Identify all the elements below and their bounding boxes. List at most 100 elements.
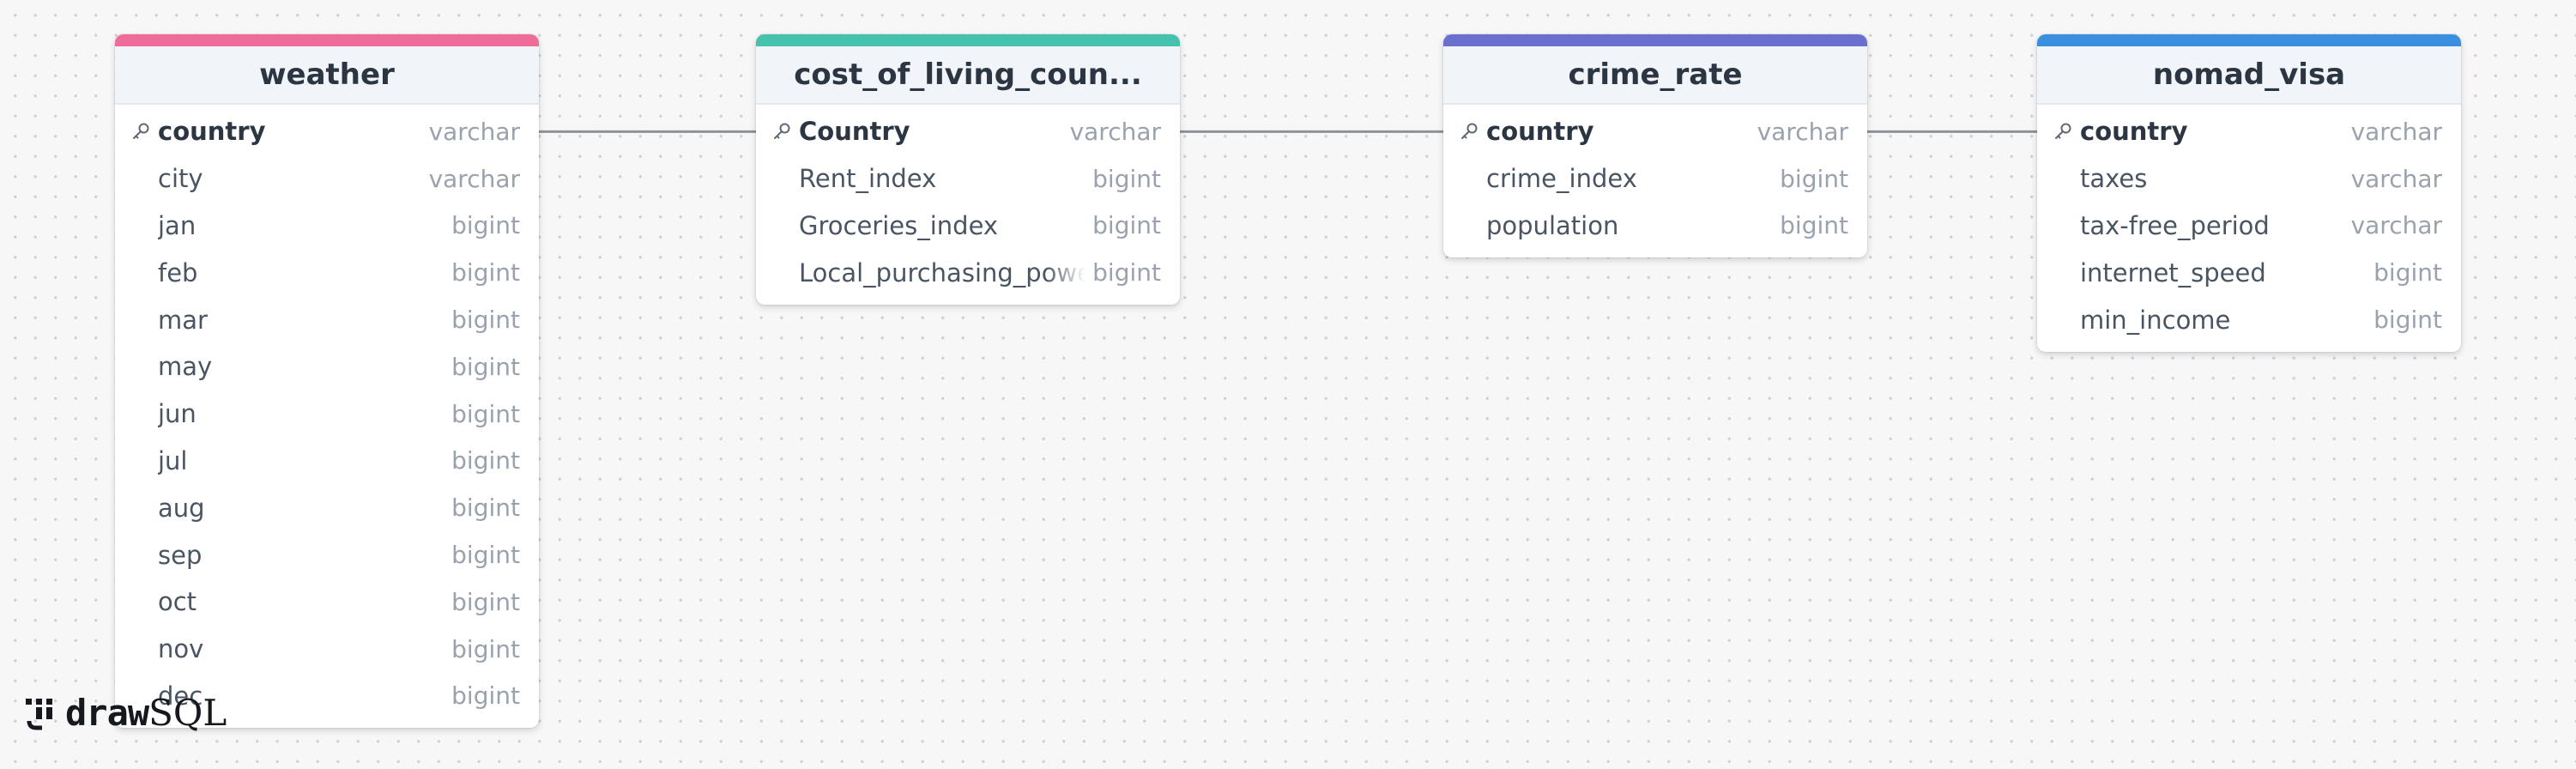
column-type: bigint (1780, 164, 1848, 193)
column-type: bigint (1092, 164, 1161, 193)
column-row[interactable]: may bigint (115, 343, 539, 391)
column-type: bigint (451, 258, 520, 288)
column-name: internet_speed (2080, 257, 2266, 288)
table-header[interactable]: weather (115, 46, 539, 105)
column-row[interactable]: Rent_index bigint (756, 155, 1180, 203)
column-type: bigint (451, 399, 520, 428)
table-accent-bar (115, 34, 539, 46)
table-title: cost_of_living_coun... (794, 58, 1142, 92)
column-name: jun (158, 399, 197, 429)
primary-key-icon (2055, 123, 2071, 140)
column-type: bigint (1092, 258, 1161, 288)
column-name: Local_purchasing_power (799, 257, 1086, 288)
column-row[interactable]: country varchar (2037, 108, 2461, 155)
column-type: bigint (451, 306, 520, 335)
primary-key-icon (133, 123, 149, 140)
column-name: tax-free_period (2080, 210, 2270, 240)
column-name: Country (799, 117, 910, 147)
table-title: weather (259, 58, 395, 92)
logo-text-draw: draw (65, 692, 149, 734)
table-accent-bar (2037, 34, 2461, 46)
column-name: jan (158, 210, 197, 240)
column-name: Rent_index (799, 164, 937, 194)
column-type: bigint (2373, 258, 2442, 288)
column-name: city (158, 164, 203, 194)
table-header[interactable]: nomad_visa (2037, 46, 2461, 105)
column-name: oct (158, 587, 197, 617)
column-row[interactable]: population bigint (1443, 203, 1867, 250)
drawsql-logo[interactable]: draw SQL (24, 692, 227, 734)
column-row[interactable]: jun bigint (115, 391, 539, 438)
column-name: nov (158, 634, 204, 664)
table-title: crime_rate (1568, 58, 1743, 92)
diagram-canvas[interactable]: weather country varchar city varchar jan bigi… (0, 0, 2576, 769)
column-row[interactable]: city varchar (115, 155, 539, 203)
column-name: feb (158, 257, 198, 288)
column-type: bigint (451, 634, 520, 663)
column-type: bigint (451, 493, 520, 523)
column-type: varchar (428, 164, 520, 193)
column-name: country (158, 117, 266, 147)
table-card-cost-of-living[interactable]: cost_of_living_coun... Country varchar Ren… (756, 34, 1180, 306)
column-name: jul (158, 445, 188, 475)
column-row[interactable]: min_income bigint (2037, 296, 2461, 343)
column-type: varchar (2350, 211, 2442, 240)
column-row[interactable]: jan bigint (115, 203, 539, 250)
logo-text-sql: SQL (148, 692, 227, 734)
primary-key-icon (1461, 123, 1478, 140)
column-name: country (2080, 117, 2188, 147)
column-name: may (158, 352, 213, 382)
table-card-weather[interactable]: weather country varchar city varchar jan bigi… (115, 34, 539, 729)
column-name: crime_index (1486, 164, 1637, 194)
column-row[interactable]: Local_purchasing_power bigint (756, 249, 1180, 296)
column-name: population (1486, 210, 1619, 240)
column-row[interactable]: nov bigint (115, 626, 539, 673)
column-row[interactable]: aug bigint (115, 484, 539, 531)
column-row[interactable]: taxes varchar (2037, 155, 2461, 203)
column-type: varchar (1069, 117, 1161, 146)
column-row[interactable]: crime_index bigint (1443, 155, 1867, 203)
column-row[interactable]: country varchar (115, 108, 539, 155)
column-row[interactable]: country varchar (1443, 108, 1867, 155)
column-type: bigint (451, 681, 520, 711)
column-type: varchar (2350, 164, 2442, 193)
column-list: country varchar city varchar jan bigint feb big… (115, 105, 539, 728)
column-row[interactable]: sep bigint (115, 531, 539, 578)
column-row[interactable]: mar bigint (115, 296, 539, 343)
column-type: bigint (1092, 211, 1161, 240)
column-row[interactable]: jul bigint (115, 438, 539, 485)
column-row[interactable]: internet_speed bigint (2037, 249, 2461, 296)
column-type: bigint (451, 541, 520, 570)
column-name: aug (158, 493, 205, 523)
column-list: country varchar taxes varchar tax-free_perio… (2037, 105, 2461, 352)
column-row[interactable]: Country varchar (756, 108, 1180, 155)
drawsql-logo-icon (26, 698, 52, 730)
column-type: bigint (451, 587, 520, 616)
column-name: taxes (2080, 164, 2148, 194)
table-card-crime-rate[interactable]: crime_rate country varchar crime_index bigi… (1443, 34, 1867, 258)
column-type: bigint (451, 446, 520, 475)
table-card-nomad-visa[interactable]: nomad_visa country varchar taxes varchar tax… (2037, 34, 2461, 352)
column-list: country varchar crime_index bigint populatio… (1443, 105, 1867, 257)
column-name: Groceries_index (799, 210, 999, 240)
table-accent-bar (756, 34, 1180, 46)
column-type: bigint (1780, 211, 1848, 240)
column-list: Country varchar Rent_index bigint Groceries_… (756, 105, 1180, 305)
column-type: varchar (2350, 117, 2442, 146)
column-type: bigint (451, 352, 520, 381)
table-header[interactable]: crime_rate (1443, 46, 1867, 105)
column-type: bigint (451, 211, 520, 240)
column-name: sep (158, 540, 203, 570)
table-accent-bar (1443, 34, 1867, 46)
column-type: bigint (2373, 306, 2442, 335)
primary-key-icon (774, 123, 790, 140)
column-row[interactable]: Groceries_index bigint (756, 203, 1180, 250)
column-name: country (1486, 117, 1594, 147)
column-type: varchar (1757, 117, 1848, 146)
column-row[interactable]: oct bigint (115, 578, 539, 626)
column-row[interactable]: tax-free_period varchar (2037, 203, 2461, 250)
column-row[interactable]: feb bigint (115, 249, 539, 296)
column-type: varchar (428, 117, 520, 146)
table-header[interactable]: cost_of_living_coun... (756, 46, 1180, 105)
table-title: nomad_visa (2152, 58, 2346, 92)
